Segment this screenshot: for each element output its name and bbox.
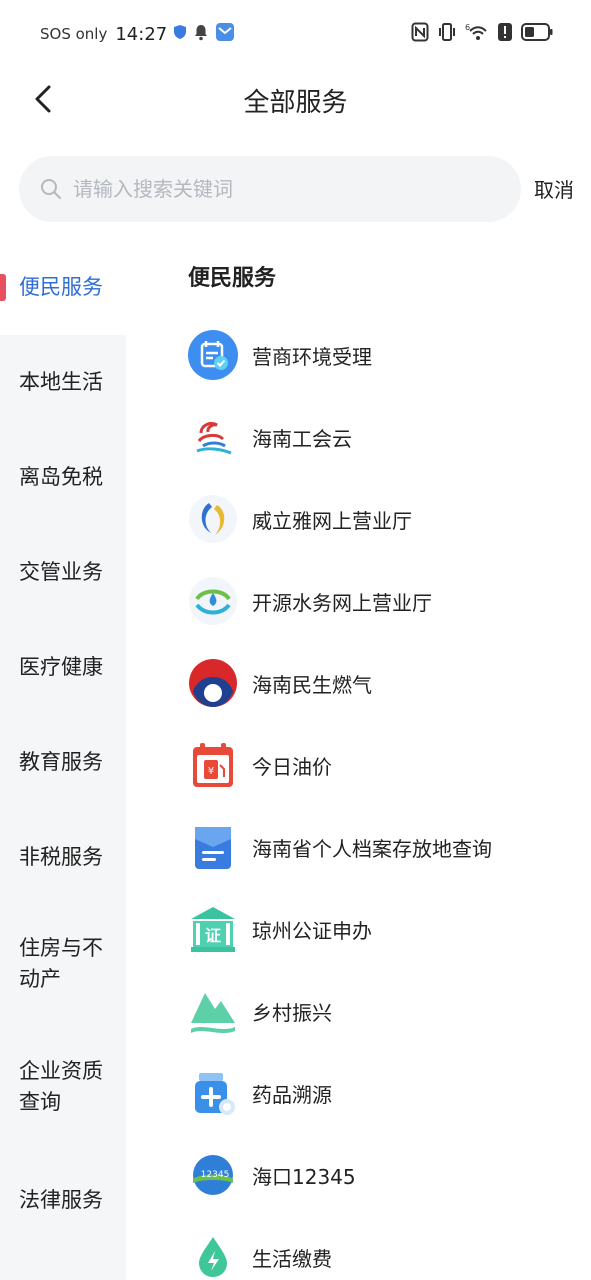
archive-folder-icon	[186, 820, 240, 874]
notary-building-icon: 证	[186, 902, 240, 956]
wifi-generation-label: 6	[465, 23, 470, 32]
status-bar: SOS only 14:27 6	[0, 0, 591, 66]
message-app-icon	[215, 22, 235, 46]
sidebar-item-label: 便民服务	[19, 275, 103, 299]
service-item[interactable]: 海南民生燃气	[186, 653, 566, 713]
sidebar-item-label: 教育服务	[19, 750, 103, 774]
svg-text:¥: ¥	[208, 766, 214, 777]
service-label: 海南省个人档案存放地查询	[252, 836, 492, 861]
sidebar-item-legal[interactable]: 法律服务	[0, 1151, 126, 1249]
sidebar-item-local-life[interactable]: 本地生活	[0, 335, 126, 430]
medicine-bottle-icon	[186, 1066, 240, 1120]
search-input[interactable]	[73, 177, 473, 201]
wifi-icon: 6	[465, 22, 489, 46]
sidebar-item-convenience[interactable]: 便民服务	[0, 240, 126, 335]
search-icon	[41, 179, 61, 199]
page-title: 全部服务	[243, 88, 348, 118]
utility-payment-icon	[186, 1230, 240, 1280]
service-item[interactable]: 开源水务网上营业厅	[186, 571, 566, 631]
service-item[interactable]: 海南省个人档案存放地查询	[186, 817, 566, 877]
header: 全部服务	[0, 66, 591, 132]
service-label: 海口12345	[252, 1164, 356, 1189]
veolia-logo-icon	[186, 492, 240, 546]
section-title: 便民服务	[188, 266, 277, 291]
shield-icon	[173, 24, 187, 44]
svg-text:12345: 12345	[201, 1170, 230, 1180]
bell-icon	[193, 23, 209, 45]
sidebar-item-label: 本地生活	[19, 370, 103, 394]
service-item[interactable]: 威立雅网上营业厅	[186, 489, 566, 549]
sidebar-item-housing[interactable]: 住房与不 动产	[0, 905, 126, 1023]
sidebar-item-label: 住房与不 动产	[19, 936, 103, 991]
cancel-button[interactable]: 取消	[534, 174, 574, 203]
trade-union-cloud-icon	[186, 410, 240, 464]
sidebar-item-label: 交管业务	[19, 560, 103, 584]
sidebar-item-label: 离岛免税	[19, 465, 103, 489]
service-item[interactable]: 证 琼州公证申办	[186, 899, 566, 959]
sidebar-item-label: 法律服务	[19, 1187, 103, 1212]
search-bar[interactable]	[19, 156, 521, 222]
service-label: 乡村振兴	[252, 1000, 332, 1025]
service-label: 威立雅网上营业厅	[252, 508, 412, 533]
service-item[interactable]: 生活缴费	[186, 1227, 566, 1280]
haikou-12345-icon: 12345	[186, 1148, 240, 1202]
service-label: 琼州公证申办	[252, 918, 372, 943]
water-drop-logo-icon	[186, 574, 240, 628]
mountain-icon	[186, 984, 240, 1038]
service-label: 药品溯源	[252, 1082, 332, 1107]
service-item[interactable]: 药品溯源	[186, 1063, 566, 1123]
svg-text:证: 证	[205, 926, 221, 945]
clock: 14:27	[115, 23, 168, 45]
gas-logo-icon	[186, 656, 240, 710]
service-label: 营商环境受理	[252, 344, 372, 369]
sidebar-item-label: 企业资质 查询	[19, 1059, 103, 1114]
fuel-calendar-icon: ¥	[186, 738, 240, 792]
sidebar-item-duty-free[interactable]: 离岛免税	[0, 430, 126, 525]
category-sidebar: 便民服务 本地生活 离岛免税 交管业务 医疗健康 教育服务 非税服务 住房与不 …	[0, 240, 126, 1280]
service-item[interactable]: 乡村振兴	[186, 981, 566, 1041]
carrier-status: SOS only	[40, 25, 108, 43]
business-calendar-icon	[186, 328, 240, 382]
nfc-icon	[411, 22, 429, 46]
service-item[interactable]: ¥ 今日油价	[186, 735, 566, 795]
sidebar-item-traffic[interactable]: 交管业务	[0, 525, 126, 620]
service-label: 今日油价	[252, 754, 332, 779]
sidebar-item-enterprise[interactable]: 企业资质 查询	[0, 1023, 126, 1151]
vibrate-icon	[437, 22, 457, 46]
battery-icon	[521, 23, 553, 45]
service-item[interactable]: 12345 海口12345	[186, 1145, 566, 1205]
service-label: 生活缴费	[252, 1246, 332, 1271]
sidebar-item-non-tax[interactable]: 非税服务	[0, 810, 126, 905]
sidebar-item-medical[interactable]: 医疗健康	[0, 620, 126, 715]
active-indicator	[0, 274, 6, 301]
alert-icon	[497, 22, 513, 46]
service-item[interactable]: 海南工会云	[186, 407, 566, 467]
sidebar-item-education[interactable]: 教育服务	[0, 715, 126, 810]
service-item[interactable]: 营商环境受理	[186, 325, 566, 385]
sidebar-item-label: 医疗健康	[19, 655, 103, 679]
service-label: 海南工会云	[252, 426, 352, 451]
service-label: 海南民生燃气	[252, 672, 372, 697]
service-label: 开源水务网上营业厅	[252, 590, 432, 615]
sidebar-item-label: 非税服务	[19, 845, 103, 869]
